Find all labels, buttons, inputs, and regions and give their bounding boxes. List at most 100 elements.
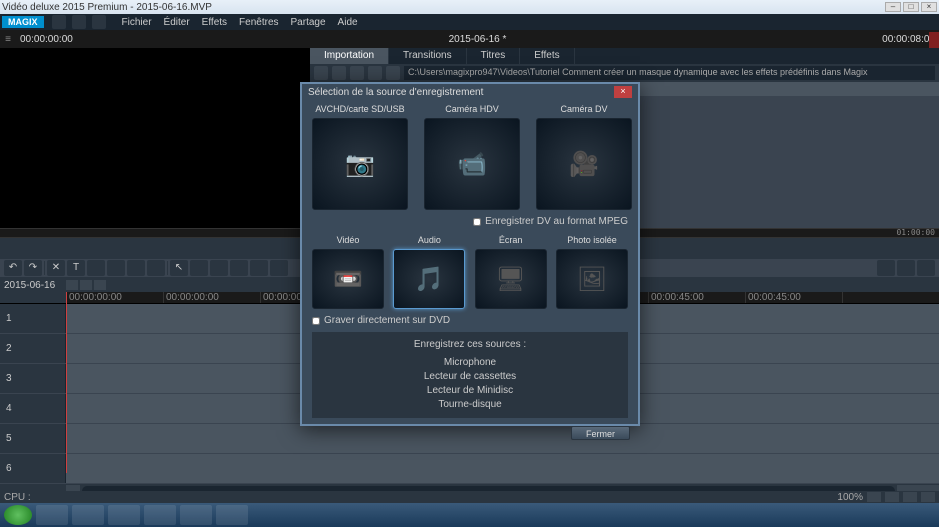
- source-thumb[interactable]: 🖼: [556, 249, 628, 309]
- source--cran[interactable]: Écran🖥: [475, 235, 547, 309]
- ruler-mark: 00:00:45:00: [648, 292, 745, 303]
- title-tool-icon[interactable]: T: [67, 260, 85, 276]
- track-head[interactable]: 4: [0, 394, 66, 423]
- path-field[interactable]: C:\Users\magixpro947\Videos\Tutoriel Com…: [404, 66, 935, 80]
- pointer-tool-icon[interactable]: ↖: [170, 260, 188, 276]
- tool-c-icon[interactable]: [127, 260, 145, 276]
- view-mode-c-icon[interactable]: [917, 260, 935, 276]
- dialog-titlebar[interactable]: Sélection de la source d'enregistrement …: [302, 84, 638, 100]
- tab-transitions[interactable]: Transitions: [389, 48, 467, 64]
- tool-i-icon[interactable]: [270, 260, 288, 276]
- menu-editer[interactable]: Éditer: [158, 17, 196, 28]
- sb-a-icon[interactable]: [867, 492, 881, 502]
- window-title: Vidéo deluxe 2015 Premium - 2015-06-16.M…: [2, 2, 212, 13]
- sb-c-icon[interactable]: [903, 492, 917, 502]
- statusbar: CPU : 100%: [0, 491, 939, 503]
- source-label: Caméra HDV: [445, 104, 499, 118]
- view-icon[interactable]: [368, 66, 382, 80]
- source-cam-ra-dv[interactable]: Caméra DV🎥: [536, 104, 632, 210]
- ruler-mark: 00:00:45:00: [745, 292, 842, 303]
- track-head[interactable]: 2: [0, 334, 66, 363]
- info-panel: Enregistrez ces sources : MicrophoneLect…: [312, 332, 628, 418]
- project-name: 2015-06-16 *: [73, 34, 882, 45]
- source-avchd-carte-sd-usb[interactable]: AVCHD/carte SD/USB📷: [312, 104, 408, 210]
- tool-h-icon[interactable]: [250, 260, 268, 276]
- refresh-icon[interactable]: [386, 66, 400, 80]
- dv-mpeg-input[interactable]: [473, 218, 481, 226]
- tool-g-icon[interactable]: [230, 260, 248, 276]
- view-mode-b-icon[interactable]: [897, 260, 915, 276]
- nav-back-icon[interactable]: [314, 66, 328, 80]
- sb-d-icon[interactable]: [921, 492, 935, 502]
- tool-b-icon[interactable]: [107, 260, 125, 276]
- nav-up-icon[interactable]: [350, 66, 364, 80]
- timeline-label: 2015-06-16: [0, 280, 66, 291]
- source-thumb[interactable]: 📹: [424, 118, 520, 210]
- track-head[interactable]: 1: [0, 304, 66, 333]
- dialog-close-button[interactable]: ×: [614, 86, 632, 98]
- source-thumb[interactable]: 🖥: [475, 249, 547, 309]
- track-head[interactable]: 6: [0, 454, 66, 483]
- ruler-mark: [842, 292, 939, 303]
- scrub-end-time: 01:00:00: [896, 228, 935, 237]
- side-indicator: [929, 32, 939, 48]
- sb-b-icon[interactable]: [885, 492, 899, 502]
- tool-e-icon[interactable]: [190, 260, 208, 276]
- dv-mpeg-checkbox[interactable]: Enregistrer DV au format MPEG: [473, 216, 628, 227]
- taskbar-media-icon[interactable]: [108, 505, 140, 525]
- menu-partage[interactable]: Partage: [285, 17, 332, 28]
- menu-fenetres[interactable]: Fenêtres: [233, 17, 284, 28]
- tab-effets[interactable]: Effets: [520, 48, 574, 64]
- burn-dvd-checkbox[interactable]: Graver directement sur DVD: [312, 315, 450, 326]
- info-line: Microphone: [318, 356, 622, 370]
- track-head[interactable]: 3: [0, 364, 66, 393]
- source-cam-ra-hdv[interactable]: Caméra HDV📹: [424, 104, 520, 210]
- dialog-title: Sélection de la source d'enregistrement: [308, 87, 483, 98]
- tab-titres[interactable]: Titres: [467, 48, 521, 64]
- nav-fwd-icon[interactable]: [332, 66, 346, 80]
- menu-effets[interactable]: Effets: [196, 17, 233, 28]
- tl-btn-a[interactable]: [66, 280, 78, 290]
- ruler-mark: 00:00:00:00: [163, 292, 260, 303]
- source-thumb[interactable]: 📷: [312, 118, 408, 210]
- tool-a-icon[interactable]: [87, 260, 105, 276]
- source-photo-isol-e[interactable]: Photo isolée🖼: [556, 235, 628, 309]
- source-thumb[interactable]: 📼: [312, 249, 384, 309]
- tl-btn-b[interactable]: [80, 280, 92, 290]
- taskbar-app-a-icon[interactable]: [144, 505, 176, 525]
- menu-fichier[interactable]: Fichier: [116, 17, 158, 28]
- taskbar-ie-icon[interactable]: [36, 505, 68, 525]
- hamburger-icon[interactable]: ≡: [0, 34, 16, 45]
- new-icon[interactable]: [52, 15, 66, 29]
- source-vid-o[interactable]: Vidéo📼: [312, 235, 384, 309]
- menu-aide[interactable]: Aide: [332, 17, 364, 28]
- playhead[interactable]: [66, 292, 67, 473]
- taskbar-app-b-icon[interactable]: [216, 505, 248, 525]
- track-lane[interactable]: [66, 454, 939, 483]
- tool-f-icon[interactable]: [210, 260, 228, 276]
- open-icon[interactable]: [72, 15, 86, 29]
- view-mode-a-icon[interactable]: [877, 260, 895, 276]
- source-audio[interactable]: Audio🎵: [393, 235, 465, 309]
- tab-importation[interactable]: Importation: [310, 48, 389, 64]
- redo-icon[interactable]: ↷: [24, 260, 42, 276]
- tl-btn-c[interactable]: [94, 280, 106, 290]
- source-thumb[interactable]: 🎥: [536, 118, 632, 210]
- burn-dvd-input[interactable]: [312, 317, 320, 325]
- save-icon[interactable]: [92, 15, 106, 29]
- taskbar-magix-icon[interactable]: [180, 505, 212, 525]
- cpu-label: CPU :: [4, 492, 31, 503]
- window-minimize-button[interactable]: –: [885, 2, 901, 12]
- info-heading: Enregistrez ces sources :: [318, 338, 622, 352]
- source-label: Vidéo: [337, 235, 360, 249]
- start-button[interactable]: [4, 505, 32, 525]
- cut-icon[interactable]: ✕: [47, 260, 65, 276]
- tool-d-icon[interactable]: [147, 260, 165, 276]
- source-thumb[interactable]: 🎵: [393, 249, 465, 309]
- window-maximize-button[interactable]: □: [903, 2, 919, 12]
- undo-icon[interactable]: ↶: [4, 260, 22, 276]
- window-close-button[interactable]: ×: [921, 2, 937, 12]
- dialog-close-btn[interactable]: Fermer: [571, 426, 630, 440]
- track-head[interactable]: 5: [0, 424, 66, 453]
- taskbar-explorer-icon[interactable]: [72, 505, 104, 525]
